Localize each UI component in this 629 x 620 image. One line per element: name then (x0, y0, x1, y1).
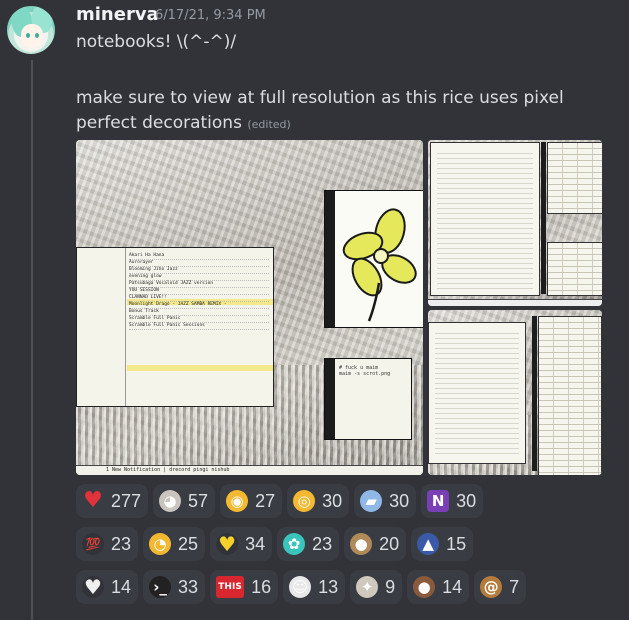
music-row: Scramble Full Panic (129, 316, 269, 323)
music-row: Patsubaga Vocaloid JAZZ version (129, 281, 269, 288)
heart-icon: ♥ (83, 488, 103, 513)
reaction-count: 30 (389, 490, 410, 511)
music-player-window: Akari Ha Hana Aurorayer Blooming Jiho Jazz… (76, 247, 274, 407)
heart-eyes-sunglasses-icon: ◉ (226, 490, 249, 512)
reaction-count: 15 (446, 533, 467, 554)
snail-icon: @ (480, 576, 503, 598)
timestamp: 6/17/21, 9:34 PM (155, 8, 266, 23)
reaction-notebook[interactable]: ▰ 30 (354, 484, 417, 518)
reaction-terminal-rainbow[interactable]: ›_ 33 (143, 570, 206, 604)
reaction-count: 25 (178, 533, 199, 554)
terminal-window: # fuck u maim maim -s scrot.png (324, 358, 412, 440)
message-line-1: notebooks! \(^-^)/ (76, 32, 237, 52)
attachment-image-notebook[interactable] (428, 140, 602, 306)
reaction-bone[interactable]: ✦ 9 (350, 570, 403, 604)
yellow-heart-icon: ♥ (216, 533, 239, 555)
onenote-icon: N (427, 490, 450, 512)
reaction-white-heart[interactable]: ♥ 14 (76, 570, 139, 604)
attachment-image-desktop[interactable]: Akari Ha Hana Aurorayer Blooming Jiho Jazz… (76, 140, 423, 475)
reaction-count: 33 (178, 576, 199, 597)
reaction-hundred-points[interactable]: 💯 23 (76, 527, 139, 561)
reaction-count: 13 (318, 576, 339, 597)
ghost-person-icon: ☺ (289, 576, 312, 598)
bone-icon: ✦ (356, 576, 379, 598)
white-heart-icon: ♥ (82, 576, 104, 598)
reaction-count: 23 (111, 533, 132, 554)
music-row: YOU SESSION (129, 288, 269, 295)
miku-icon: ✿ (283, 533, 306, 555)
reaction-pinching-face[interactable]: ◔ 25 (143, 527, 206, 561)
reaction-onenote[interactable]: N 30 (421, 484, 484, 518)
attachment-image-table[interactable] (428, 310, 602, 475)
music-row: Aurorayer (129, 260, 269, 267)
terminal-line: maim -s scrot.png (339, 371, 391, 377)
reaction-yellow-heart[interactable]: ♥ 34 (210, 527, 273, 561)
reaction-cat[interactable]: ◕ 57 (153, 484, 216, 518)
reaction-heart[interactable]: ♥ 277 (76, 484, 149, 518)
message-text: make sure to view at full resolution as … (76, 88, 564, 133)
hundred-points-icon: 💯 (82, 533, 104, 555)
poop-icon: ● (413, 576, 436, 598)
reaction-count: 16 (251, 576, 272, 597)
pinching-face-icon: ◔ (149, 533, 172, 555)
penguin-icon: ▲ (417, 533, 440, 555)
reaction-miku[interactable]: ✿ 23 (277, 527, 340, 561)
meme-face-icon: ● (350, 533, 373, 555)
flower-icon (342, 208, 417, 322)
reaction-count: 9 (385, 576, 396, 597)
music-row: Akari Ha Hana (129, 253, 269, 260)
music-row: Scramble Full Panic Sessions (129, 323, 269, 330)
music-row: Blooming Jiho Jazz (129, 267, 269, 274)
reaction-count: 34 (245, 533, 266, 554)
music-row: Moonlight Drago - JAZZ SAMBA REMIX - (129, 302, 269, 309)
reaction-count: 57 (188, 490, 209, 511)
image-viewer-window (324, 190, 423, 328)
reaction-meme-face[interactable]: ● 20 (344, 527, 407, 561)
reaction-count: 30 (322, 490, 343, 511)
reaction-count: 14 (111, 576, 132, 597)
status-bar: 1 New Notification | drecord pingi nishu… (76, 465, 423, 475)
avatar[interactable] (7, 6, 55, 54)
music-row: Bonus Track (129, 309, 269, 316)
reaction-count: 7 (509, 576, 520, 597)
this-icon: THIS (216, 576, 245, 598)
reaction-this[interactable]: THIS 16 (210, 570, 279, 604)
edited-label: (edited) (247, 118, 291, 131)
reaction-ghost-person[interactable]: ☺ 13 (283, 570, 346, 604)
reaction-heart-eyes-sunglasses[interactable]: ◉ 27 (220, 484, 283, 518)
music-row: CLANNAD LIVE!! (129, 295, 269, 302)
terminal-rainbow-icon: ›_ (149, 576, 172, 598)
reaction-penguin[interactable]: ▲ 15 (411, 527, 474, 561)
flushed-face-icon: ◎ (293, 490, 316, 512)
notebook-icon: ▰ (360, 490, 383, 512)
cat-icon: ◕ (159, 490, 182, 512)
reaction-flushed-face[interactable]: ◎ 30 (287, 484, 350, 518)
reaction-snail[interactable]: @7 (474, 570, 527, 604)
reaction-count: 27 (255, 490, 276, 511)
reaction-count: 20 (379, 533, 400, 554)
reaction-poop[interactable]: ● 14 (407, 570, 470, 604)
music-row: evening glow (129, 274, 269, 281)
reaction-count: 30 (456, 490, 477, 511)
message-line-2: make sure to view at full resolution as … (76, 86, 596, 137)
reaction-count: 23 (312, 533, 333, 554)
reaction-count: 14 (442, 576, 463, 597)
reaction-count: 277 (111, 490, 142, 511)
thread-line (31, 60, 33, 620)
username[interactable]: minerva (76, 4, 159, 25)
